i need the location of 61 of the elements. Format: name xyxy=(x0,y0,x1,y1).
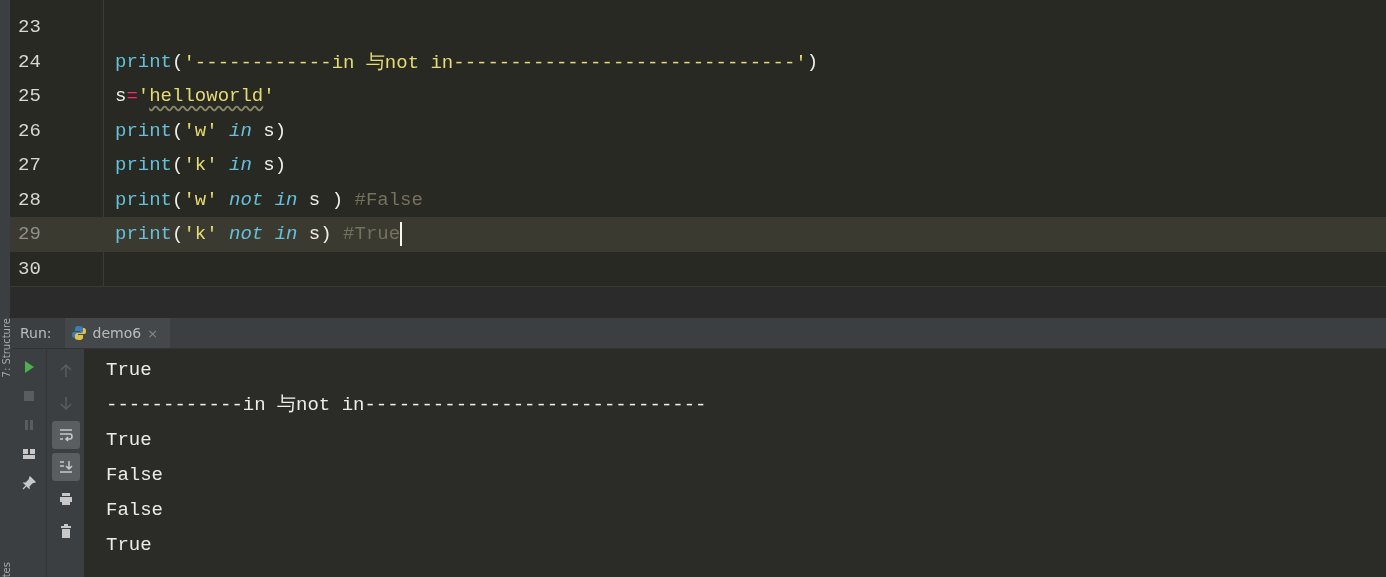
soft-wrap-icon xyxy=(57,427,74,443)
console-output-line: False xyxy=(106,498,163,523)
python-icon xyxy=(70,325,87,341)
line-number: 26 xyxy=(17,119,42,142)
close-button[interactable]: × xyxy=(147,325,159,341)
code-token: ( xyxy=(172,50,184,73)
code-token: in xyxy=(228,154,252,177)
code-token: s) xyxy=(262,119,287,142)
code-token: not in xyxy=(228,223,298,246)
line-number: 24 xyxy=(17,50,42,73)
line-number: 29 xyxy=(17,223,42,246)
console-output-line: True xyxy=(106,428,152,453)
down-arrow-icon xyxy=(57,395,74,411)
pin-icon[interactable] xyxy=(21,475,37,491)
code-token: ( xyxy=(172,188,184,211)
code-token: ( xyxy=(172,119,184,142)
text-cursor xyxy=(400,222,403,247)
code-token: 'w' xyxy=(183,188,218,211)
code-token: s ) xyxy=(307,188,345,211)
line-number: 23 xyxy=(17,16,42,39)
console-output-line: True xyxy=(106,358,152,383)
line-number: 30 xyxy=(17,257,42,280)
print-icon xyxy=(57,491,74,507)
code-token: in xyxy=(228,119,252,142)
code-token: print xyxy=(115,223,172,246)
code-token: print xyxy=(115,119,172,142)
code-token: ( xyxy=(172,223,184,246)
code-token: ) xyxy=(806,50,819,73)
console-output-line: True xyxy=(106,533,152,558)
code-token: print xyxy=(115,50,172,73)
code-token: ( xyxy=(172,154,184,177)
line-number: 27 xyxy=(17,154,42,177)
tool-window-label[interactable]: 7: Structure xyxy=(0,318,12,378)
code-token: s) xyxy=(307,223,333,246)
code-token: helloworld xyxy=(149,85,264,108)
toolbar-button[interactable] xyxy=(51,453,80,481)
code-token: 'k' xyxy=(183,154,218,177)
line-number: 28 xyxy=(17,188,42,211)
console-output-line: ------------in 与not in------------------------------ xyxy=(106,393,707,418)
line-number: 25 xyxy=(17,85,42,108)
code-token: print xyxy=(115,188,172,211)
code-token: s xyxy=(115,85,127,108)
code-token: 'w' xyxy=(183,119,218,142)
layout-icon[interactable] xyxy=(21,446,37,462)
code-comment: #True xyxy=(343,223,401,246)
run-tab[interactable]: demo6 × xyxy=(64,318,171,348)
scroll-to-end-icon xyxy=(57,459,74,475)
code-token: 'k' xyxy=(183,223,218,246)
code-token: ' xyxy=(137,85,150,108)
code-token: ' xyxy=(263,85,275,108)
code-token: = xyxy=(126,85,138,108)
toolbar-button[interactable] xyxy=(51,421,80,449)
run-label: Run: xyxy=(19,325,53,341)
code-comment: #False xyxy=(354,188,423,211)
code-token: not in xyxy=(228,188,298,211)
console-output-line: False xyxy=(106,463,163,488)
tool-window-label[interactable]: tes xyxy=(0,561,12,577)
code-token: '------------in 与not in------------------------------' xyxy=(183,50,807,75)
code-token: print xyxy=(115,154,172,177)
tab-title: demo6 xyxy=(92,325,142,341)
code-token: s) xyxy=(262,154,287,177)
